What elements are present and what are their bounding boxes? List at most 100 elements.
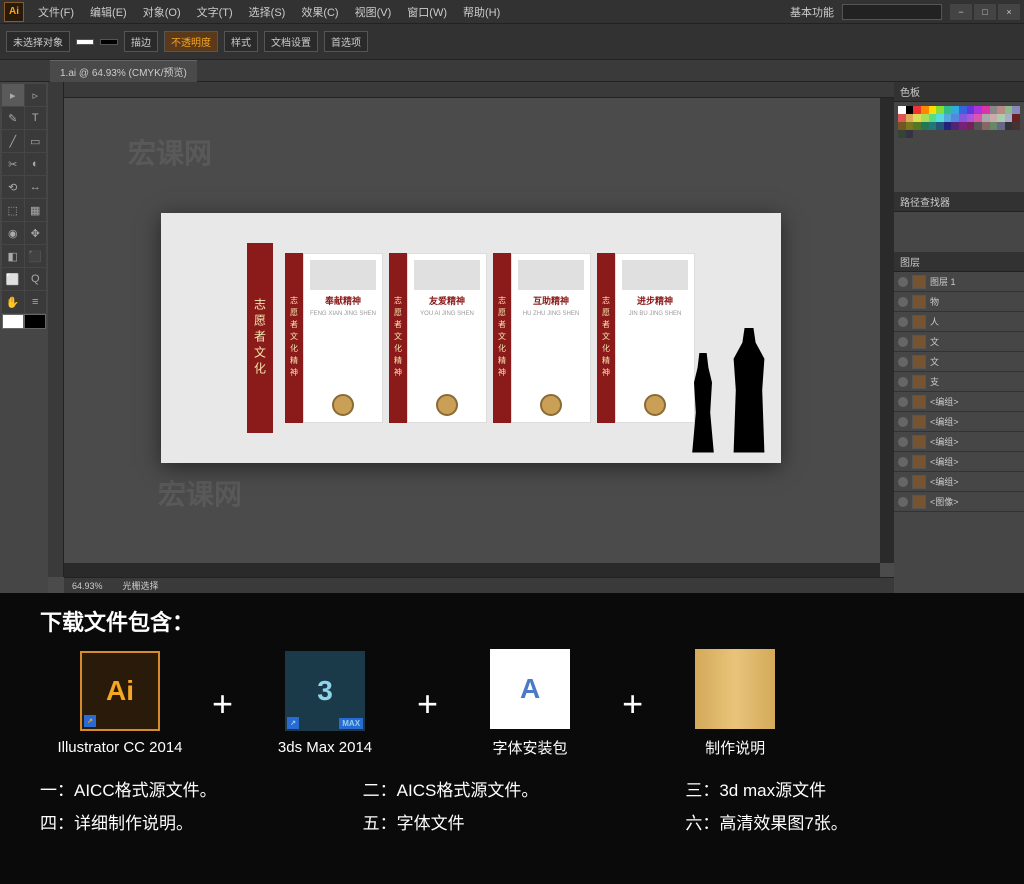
menu-window[interactable]: 窗口(W) [399,4,455,20]
swatch[interactable] [982,114,990,122]
swatch[interactable] [898,122,906,130]
stroke-label[interactable]: 描边 [124,31,158,52]
swatch[interactable] [1005,114,1013,122]
layers-panel[interactable]: 图层 1物人文文支<编组><编组><编组><编组><编组><图像> [894,272,1024,593]
swatch[interactable] [967,114,975,122]
fill-swatch[interactable] [76,39,94,45]
swatch[interactable] [951,122,959,130]
scrollbar-vertical[interactable] [880,98,894,563]
stroke-swatch[interactable] [100,39,118,45]
swatch[interactable] [913,106,921,114]
swatch[interactable] [1005,106,1013,114]
style-label[interactable]: 样式 [224,31,258,52]
opacity-label[interactable]: 不透明度 [164,31,218,52]
workspace-label[interactable]: 基本功能 [790,4,834,20]
tool-button[interactable]: T [25,107,47,129]
layer-row[interactable]: 人 [894,312,1024,332]
swatch[interactable] [951,106,959,114]
swatch[interactable] [929,114,937,122]
tool-button[interactable]: ✥ [25,222,47,244]
swatch[interactable] [959,106,967,114]
visibility-icon[interactable] [898,357,908,367]
visibility-icon[interactable] [898,437,908,447]
swatch[interactable] [1012,122,1020,130]
visibility-icon[interactable] [898,497,908,507]
ruler-horizontal[interactable] [64,82,894,98]
layer-row[interactable]: 图层 1 [894,272,1024,292]
swatch[interactable] [944,106,952,114]
tool-button[interactable]: ◉ [2,222,24,244]
swatch[interactable] [906,106,914,114]
swatch[interactable] [1005,122,1013,130]
tool-button[interactable]: ◐ [25,153,47,175]
tool-button[interactable]: ⬚ [2,199,24,221]
swatch[interactable] [944,122,952,130]
swatch[interactable] [936,106,944,114]
swatch[interactable] [974,114,982,122]
maximize-button[interactable]: □ [974,4,996,20]
swatch[interactable] [1012,106,1020,114]
layers-panel-title[interactable]: 图层 [894,252,1024,272]
swatch[interactable] [974,122,982,130]
canvas-area[interactable]: 宏课网 宏课网 宏课网 志愿者文化 志愿者文化精神 奉献精神 FENG XIAN… [48,82,894,593]
swatch[interactable] [921,106,929,114]
swatch[interactable] [997,114,1005,122]
swatch[interactable] [997,122,1005,130]
layer-row[interactable]: <编组> [894,412,1024,432]
tool-button[interactable]: ▭ [25,130,47,152]
menu-effect[interactable]: 效果(C) [293,4,346,20]
visibility-icon[interactable] [898,337,908,347]
swatch[interactable] [990,122,998,130]
artboard[interactable]: 志愿者文化 志愿者文化精神 奉献精神 FENG XIAN JING SHEN 志… [161,213,781,463]
close-button[interactable]: × [998,4,1020,20]
swatch[interactable] [913,114,921,122]
tool-button[interactable]: ↔ [25,176,47,198]
tool-button[interactable]: ⬜ [2,268,24,290]
doc-setup-button[interactable]: 文档设置 [264,31,318,52]
swatch[interactable] [967,122,975,130]
tool-button[interactable]: ⟲ [2,176,24,198]
tool-button[interactable]: ✎ [2,107,24,129]
menu-file[interactable]: 文件(F) [30,4,82,20]
tool-button[interactable]: ≡ [25,291,47,313]
visibility-icon[interactable] [898,317,908,327]
swatch[interactable] [982,122,990,130]
search-field[interactable] [842,4,942,20]
swatch[interactable] [959,122,967,130]
swatch[interactable] [921,114,929,122]
layer-row[interactable]: 支 [894,372,1024,392]
layer-row[interactable]: <编组> [894,392,1024,412]
swatch[interactable] [936,122,944,130]
pathfinder-panel-title[interactable]: 路径查找器 [894,192,1024,212]
swatch[interactable] [929,106,937,114]
swatch[interactable] [906,114,914,122]
tool-button[interactable]: ✂ [2,153,24,175]
document-tab[interactable]: 1.ai @ 64.93% (CMYK/预览) [50,60,197,82]
swatch[interactable] [990,106,998,114]
menu-view[interactable]: 视图(V) [347,4,400,20]
visibility-icon[interactable] [898,377,908,387]
tool-button[interactable]: ▹ [25,84,47,106]
tool-button[interactable]: ⬛ [25,245,47,267]
swatch[interactable] [906,122,914,130]
swatch[interactable] [906,130,914,138]
tool-button[interactable]: ◧ [2,245,24,267]
swatches-panel-title[interactable]: 色板 [894,82,1024,102]
swatch[interactable] [936,114,944,122]
menu-select[interactable]: 选择(S) [241,4,294,20]
swatch[interactable] [990,114,998,122]
visibility-icon[interactable] [898,457,908,467]
tool-button[interactable]: ╱ [2,130,24,152]
scrollbar-horizontal[interactable] [64,563,880,577]
prefs-button[interactable]: 首选项 [324,31,368,52]
visibility-icon[interactable] [898,277,908,287]
visibility-icon[interactable] [898,397,908,407]
fill-stroke-swatches[interactable] [2,314,46,344]
swatch[interactable] [898,106,906,114]
swatch[interactable] [898,114,906,122]
swatch[interactable] [982,106,990,114]
ruler-vertical[interactable] [48,82,64,577]
tool-button[interactable]: ▦ [25,199,47,221]
tool-button[interactable]: ▸ [2,84,24,106]
menu-help[interactable]: 帮助(H) [455,4,508,20]
